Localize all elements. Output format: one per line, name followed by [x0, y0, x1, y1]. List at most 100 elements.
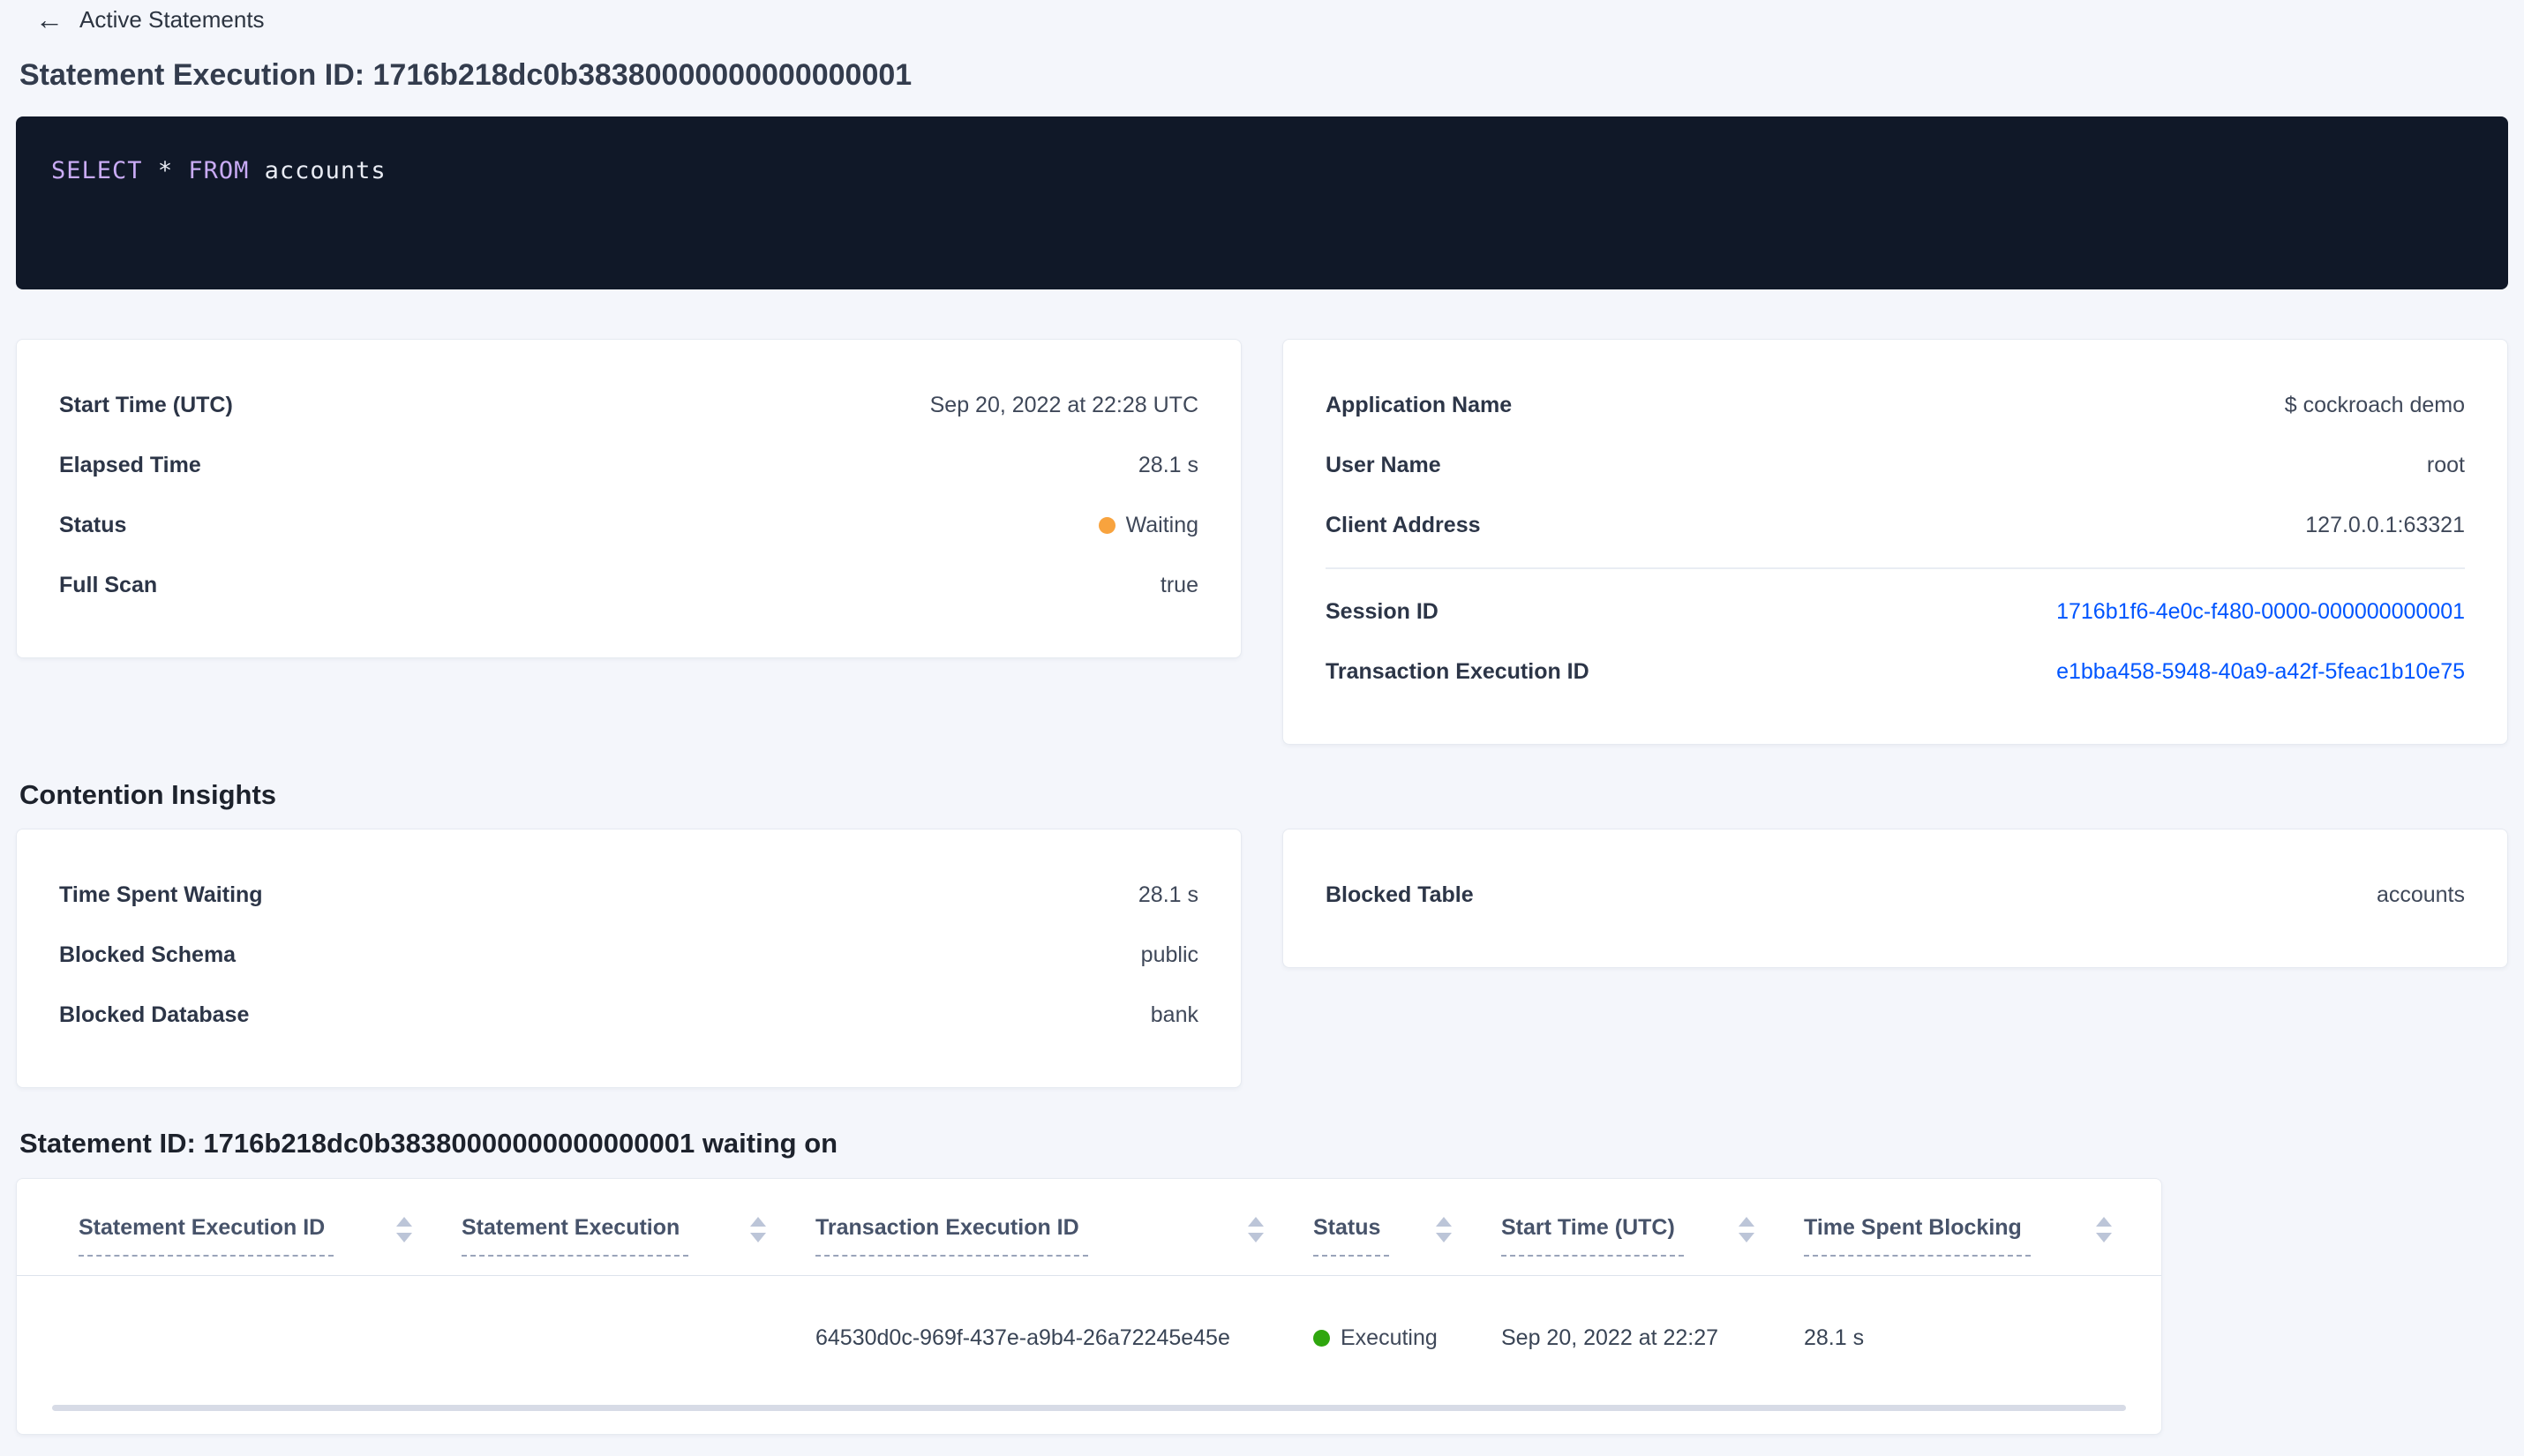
full-scan-row: Full Scan true — [59, 555, 1198, 615]
application-name-row: Application Name $ cockroach demo — [1326, 375, 2465, 435]
column-header-label: Time Spent Blocking — [1804, 1214, 2031, 1257]
cell-start-time: Sep 20, 2022 at 22:27 — [1501, 1325, 1719, 1350]
elapsed-time-value: 28.1 s — [1138, 452, 1198, 477]
blocked-schema-value: public — [1140, 942, 1198, 967]
table-header-row: Statement Execution ID Statement Executi… — [17, 1214, 2161, 1276]
status-value: Waiting — [1125, 512, 1198, 537]
status-badge: Executing — [1313, 1325, 1452, 1351]
elapsed-time-row: Elapsed Time 28.1 s — [59, 435, 1198, 495]
sort-icon[interactable] — [2096, 1217, 2112, 1242]
sort-up-icon — [1436, 1217, 1452, 1227]
transaction-execution-id-row: Transaction Execution ID e1bba458-5948-4… — [1326, 642, 2465, 702]
sort-down-icon — [750, 1233, 766, 1242]
client-address-value: 127.0.0.1:63321 — [2305, 512, 2465, 537]
column-header-label: Start Time (UTC) — [1501, 1214, 1684, 1257]
back-link-label: Active Statements — [79, 5, 265, 33]
blocked-database-value: bank — [1150, 1002, 1198, 1027]
sql-keyword-from: FROM — [188, 157, 250, 184]
sort-down-icon — [396, 1233, 412, 1242]
horizontal-scrollbar[interactable] — [52, 1405, 2126, 1411]
status-row: Status Waiting — [59, 495, 1198, 555]
column-header-status[interactable]: Status — [1313, 1214, 1501, 1257]
contention-insights-heading: Contention Insights — [19, 779, 277, 810]
sort-up-icon — [396, 1217, 412, 1227]
application-name-label: Application Name — [1326, 392, 1513, 417]
sort-icon[interactable] — [750, 1217, 766, 1242]
sort-icon[interactable] — [1436, 1217, 1452, 1242]
column-header-label: Statement Execution — [462, 1214, 689, 1257]
transaction-execution-id-label: Transaction Execution ID — [1326, 658, 1589, 684]
sort-up-icon — [750, 1217, 766, 1227]
waiting-on-heading: Statement ID: 1716b218dc0b38380000000000… — [19, 1128, 838, 1159]
blocked-schema-row: Blocked Schema public — [59, 925, 1198, 985]
waiting-status-dot-icon — [1098, 516, 1116, 534]
sql-statement-box: SELECT * FROM accounts — [16, 116, 2508, 289]
status-value: Executing — [1341, 1325, 1438, 1350]
start-time-label: Start Time (UTC) — [59, 392, 233, 417]
application-name-value: $ cockroach demo — [2284, 392, 2465, 417]
executing-status-dot-icon — [1313, 1329, 1330, 1347]
user-name-label: User Name — [1326, 452, 1441, 477]
blocked-table-card: Blocked Table accounts — [1282, 829, 2508, 968]
sort-down-icon — [1436, 1233, 1452, 1242]
column-header-label: Transaction Execution ID — [815, 1214, 1088, 1257]
client-address-row: Client Address 127.0.0.1:63321 — [1326, 495, 2465, 555]
column-header-time-spent-blocking[interactable]: Time Spent Blocking — [1804, 1214, 2161, 1257]
column-header-start-time[interactable]: Start Time (UTC) — [1501, 1214, 1804, 1257]
sort-up-icon — [1248, 1217, 1264, 1227]
session-id-row: Session ID 1716b1f6-4e0c-f480-0000-00000… — [1326, 582, 2465, 642]
sort-down-icon — [1248, 1233, 1264, 1242]
sort-icon[interactable] — [396, 1217, 412, 1242]
cell-status: Executing — [1313, 1325, 1501, 1351]
elapsed-time-label: Elapsed Time — [59, 452, 201, 477]
blocked-schema-label: Blocked Schema — [59, 942, 237, 967]
cell-time-spent-blocking: 28.1 s — [1804, 1325, 1865, 1350]
column-header-transaction-execution-id[interactable]: Transaction Execution ID — [815, 1214, 1313, 1257]
blocked-database-label: Blocked Database — [59, 1002, 250, 1027]
card-divider — [1326, 567, 2465, 569]
blocked-table-value: accounts — [2376, 882, 2465, 907]
transaction-execution-id-link[interactable]: e1bba458-5948-40a9-a42f-5feac1b10e75 — [2056, 659, 2465, 685]
sort-up-icon — [1739, 1217, 1754, 1227]
time-spent-waiting-row: Time Spent Waiting 28.1 s — [59, 865, 1198, 925]
statement-execution-details-page: ← Active Statements Statement Execution … — [0, 0, 2524, 1435]
execution-overview-card: Start Time (UTC) Sep 20, 2022 at 22:28 U… — [16, 339, 1242, 658]
status-badge: Waiting — [1098, 512, 1198, 538]
user-name-value: root — [2426, 452, 2465, 477]
column-header-statement-execution-id[interactable]: Statement Execution ID — [79, 1214, 462, 1257]
time-spent-waiting-label: Time Spent Waiting — [59, 882, 263, 907]
sql-table-name: accounts — [264, 157, 387, 184]
back-arrow-icon: ← — [35, 4, 64, 35]
time-spent-waiting-value: 28.1 s — [1138, 882, 1198, 907]
contention-details-card: Time Spent Waiting 28.1 s Blocked Schema… — [16, 829, 1242, 1088]
column-header-statement-execution[interactable]: Statement Execution — [462, 1214, 815, 1257]
session-id-link[interactable]: 1716b1f6-4e0c-f480-0000-000000000001 — [2056, 599, 2465, 625]
blocked-table-row: Blocked Table accounts — [1326, 865, 2465, 925]
session-details-card: Application Name $ cockroach demo User N… — [1282, 339, 2508, 745]
client-address-label: Client Address — [1326, 512, 1481, 537]
full-scan-value: true — [1160, 572, 1198, 597]
status-label: Status — [59, 512, 127, 537]
sort-icon[interactable] — [1739, 1217, 1754, 1242]
sort-up-icon — [2096, 1217, 2112, 1227]
contention-cards-row: Time Spent Waiting 28.1 s Blocked Schema… — [16, 829, 2508, 1088]
overview-cards-row: Start Time (UTC) Sep 20, 2022 at 22:28 U… — [16, 339, 2508, 745]
sort-icon[interactable] — [1248, 1217, 1264, 1242]
start-time-value: Sep 20, 2022 at 22:28 UTC — [929, 392, 1198, 417]
sort-down-icon — [2096, 1233, 2112, 1242]
waiting-on-table: Statement Execution ID Statement Executi… — [16, 1178, 2162, 1435]
cell-transaction-execution-id: 64530d0c-969f-437e-a9b4-26a72245e45e — [815, 1325, 1230, 1350]
column-header-label: Statement Execution ID — [79, 1214, 334, 1257]
blocked-database-row: Blocked Database bank — [59, 985, 1198, 1045]
column-header-label: Status — [1313, 1214, 1390, 1257]
user-name-row: User Name root — [1326, 435, 2465, 495]
full-scan-label: Full Scan — [59, 572, 158, 597]
blocked-table-label: Blocked Table — [1326, 882, 1474, 907]
sql-star: * — [157, 157, 174, 184]
table-row: 64530d0c-969f-437e-a9b4-26a72245e45e Exe… — [17, 1276, 2161, 1400]
sql-keyword-select: SELECT — [51, 157, 143, 184]
sort-down-icon — [1739, 1233, 1754, 1242]
page-title: Statement Execution ID: 1716b218dc0b3838… — [19, 58, 913, 92]
back-link[interactable]: ← Active Statements — [16, 0, 2508, 35]
session-id-label: Session ID — [1326, 598, 1439, 624]
